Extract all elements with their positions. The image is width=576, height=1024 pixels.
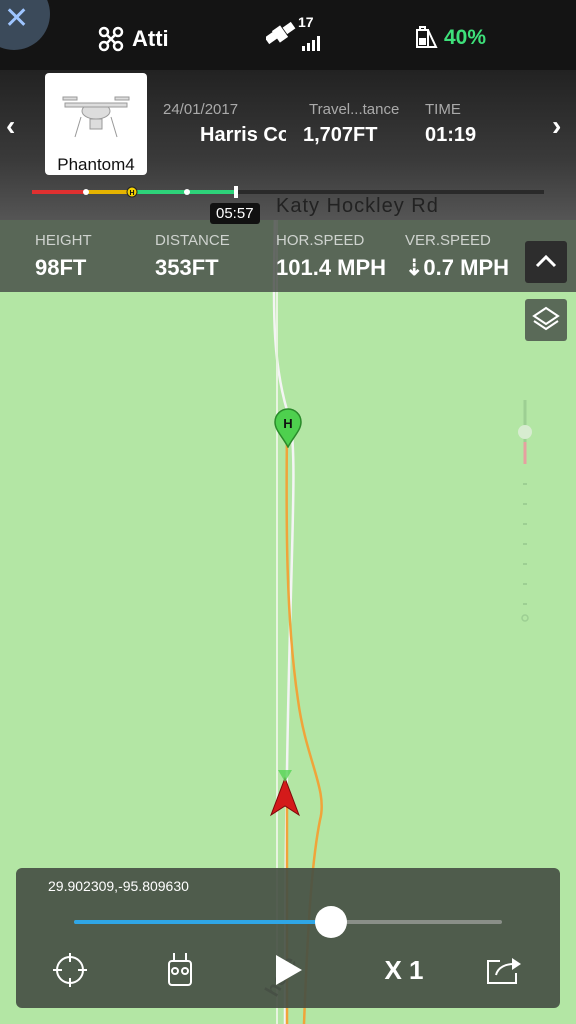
distance-label: DISTANCE <box>155 232 230 249</box>
coordinates: 29.902309,-95.809630 <box>48 878 189 894</box>
height-label: HEIGHT <box>35 232 92 249</box>
remote-controller-button[interactable] <box>160 950 200 990</box>
locate-button[interactable] <box>50 950 90 990</box>
flight-date: 24/01/2017 <box>163 101 239 118</box>
playback-progress <box>74 920 331 924</box>
timeline-time-label: 05:57 <box>210 203 260 224</box>
battery-percent: 40% <box>444 26 487 49</box>
zoom-knob <box>518 425 532 439</box>
remote-controller-icon <box>168 953 192 986</box>
playback-slider[interactable] <box>74 906 502 938</box>
satellite-icon <box>264 21 320 51</box>
travel-distance-value: 1,707FT <box>303 124 378 146</box>
hspeed-label: HOR.SPEED <box>276 232 365 249</box>
timeline-playhead <box>234 186 238 198</box>
home-marker-icon: H <box>274 408 302 448</box>
battery-icon <box>416 26 438 48</box>
playback-speed: X 1 <box>384 954 424 985</box>
map-layers-button[interactable] <box>525 299 567 341</box>
vspeed-value: ⇣0.7 MPH <box>405 255 510 280</box>
share-button[interactable] <box>484 950 524 990</box>
distance-stat: DISTANCE 353FT <box>155 232 230 281</box>
play-icon <box>276 955 302 985</box>
playback-speed-button[interactable]: X 1 <box>374 950 434 990</box>
height-stat: HEIGHT 98FT <box>35 232 92 281</box>
play-button[interactable] <box>268 950 308 990</box>
drone-icon <box>98 26 124 52</box>
crosshair-icon <box>53 953 87 987</box>
battery-status: 40% <box>414 26 486 50</box>
satellite-count: 17 <box>298 14 314 30</box>
next-flight-button[interactable]: › <box>552 110 561 142</box>
street-label: Katy Hockley Rd <box>276 195 439 217</box>
drone-image <box>62 96 130 138</box>
height-value: 98FT <box>35 255 87 280</box>
flight-location: Harris Co <box>200 124 286 146</box>
hspeed-value: 101.4 MPH <box>276 255 387 280</box>
playback-panel: 29.902309,-95.809630 X 1 <box>16 868 560 1008</box>
gps-signal: 17 <box>264 14 326 59</box>
aircraft-name: Phantom4 <box>57 155 135 174</box>
vspeed-label: VER.SPEED <box>405 232 491 249</box>
prev-flight-button[interactable]: ‹ <box>6 110 15 142</box>
vspeed-stat: VER.SPEED ⇣0.7 MPH <box>405 232 509 281</box>
close-icon: ✕ <box>4 2 30 35</box>
collapse-panel-button[interactable] <box>525 241 567 283</box>
travel-distance-label: Travel...tance <box>309 101 400 118</box>
aircraft-thumbnail[interactable]: Phantom4 <box>45 73 147 175</box>
zoom-slider[interactable] <box>516 400 534 630</box>
chevron-left-icon: ‹ <box>6 110 16 141</box>
timeline-home-label: H <box>129 190 134 197</box>
share-icon <box>487 958 521 984</box>
flight-mode: Atti <box>98 26 169 52</box>
flight-mode-label: Atti <box>132 26 169 51</box>
flight-time-value: 01:19 <box>425 124 477 146</box>
playback-knob[interactable] <box>314 906 347 938</box>
distance-value: 353FT <box>155 255 219 280</box>
flight-time-label: TIME <box>425 101 461 118</box>
home-marker-label: H <box>283 416 292 431</box>
chevron-up-icon <box>535 254 557 268</box>
chevron-right-icon: › <box>552 110 562 141</box>
hspeed-stat: HOR.SPEED 101.4 MPH <box>276 232 386 281</box>
layers-icon <box>532 306 560 331</box>
